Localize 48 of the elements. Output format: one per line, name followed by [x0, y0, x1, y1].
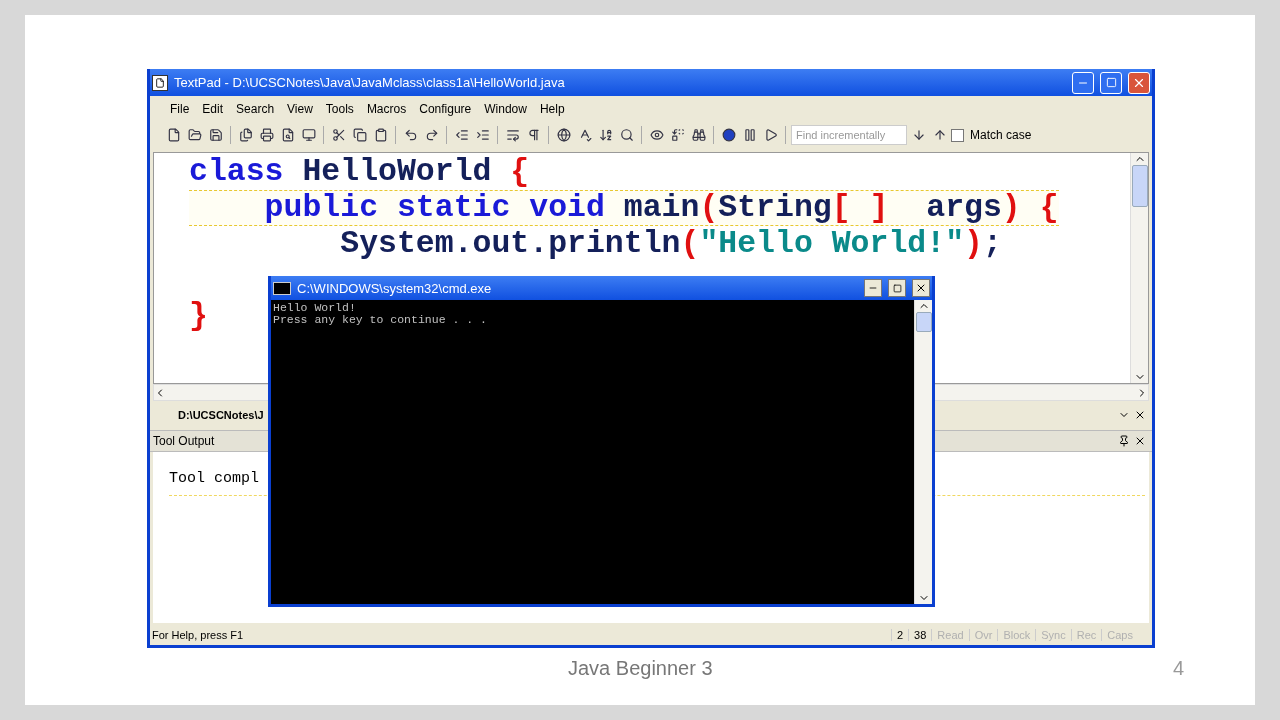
find-field[interactable]: Find incrementally	[791, 125, 907, 145]
menu-item[interactable]: Help	[533, 100, 571, 118]
status-indicator: Caps	[1101, 629, 1138, 641]
menu-item[interactable]: Edit	[196, 100, 230, 118]
menu-item[interactable]: Tools	[319, 100, 360, 118]
match-case-label: Match case	[970, 128, 1032, 142]
maximize-icon	[892, 283, 902, 293]
scroll-thumb[interactable]	[1131, 165, 1148, 207]
minimize-button[interactable]	[864, 279, 882, 297]
output-text: Tool compl	[169, 470, 259, 487]
panel-title: Tool Output	[153, 434, 215, 448]
console-line: Press any key to continue . . .	[273, 314, 488, 326]
menu-item[interactable]: Search	[230, 100, 281, 118]
column-number: 38	[908, 629, 932, 641]
document-tab[interactable]: D:\UCSCNotes\J	[178, 406, 264, 424]
code-line: class HelloWorld {	[189, 154, 530, 190]
status-indicator: Ovr	[968, 629, 998, 641]
status-indicator: Sync	[1035, 629, 1071, 641]
scroll-thumb[interactable]	[915, 312, 932, 332]
close-icon[interactable]	[1134, 409, 1146, 421]
menu-item[interactable]: File	[164, 100, 196, 118]
code-line: System.out.println("Hello World!");	[339, 226, 1002, 262]
maximize-button[interactable]	[888, 279, 906, 297]
close-icon[interactable]	[1134, 435, 1146, 447]
slide-footer: Java Beginner 3	[568, 657, 713, 680]
status-indicator: Block	[997, 629, 1036, 641]
menu-item[interactable]: View	[281, 100, 319, 118]
menu-item[interactable]: Macros	[360, 100, 413, 118]
window-title: C:\WINDOWS\system32\cmd.exe	[297, 280, 493, 296]
status-indicator: Rec	[1070, 629, 1102, 641]
code-line: }	[189, 298, 208, 334]
status-indicator: Read	[931, 629, 969, 641]
app-icon	[152, 74, 168, 91]
status-help: For Help, press F1	[151, 629, 245, 641]
menu-item[interactable]: Configure	[413, 100, 478, 118]
vertical-scrollbar[interactable]	[914, 300, 932, 604]
close-button[interactable]	[912, 279, 930, 297]
menu-item[interactable]: Window	[478, 100, 533, 118]
line-number: 2	[890, 629, 909, 641]
vertical-scrollbar[interactable]	[1130, 153, 1148, 383]
pin-icon[interactable]	[1118, 435, 1130, 447]
page-number: 4	[1173, 657, 1185, 680]
match-case-checkbox[interactable]	[951, 128, 964, 142]
maximize-icon	[1105, 77, 1117, 88]
console-line: Hello World!	[273, 302, 357, 314]
close-icon	[915, 282, 927, 294]
window-title: TextPad - D:\UCSCNotes\Java\JavaMclass\class1a\HelloWorld.java	[174, 75, 566, 90]
console-icon	[273, 281, 291, 295]
